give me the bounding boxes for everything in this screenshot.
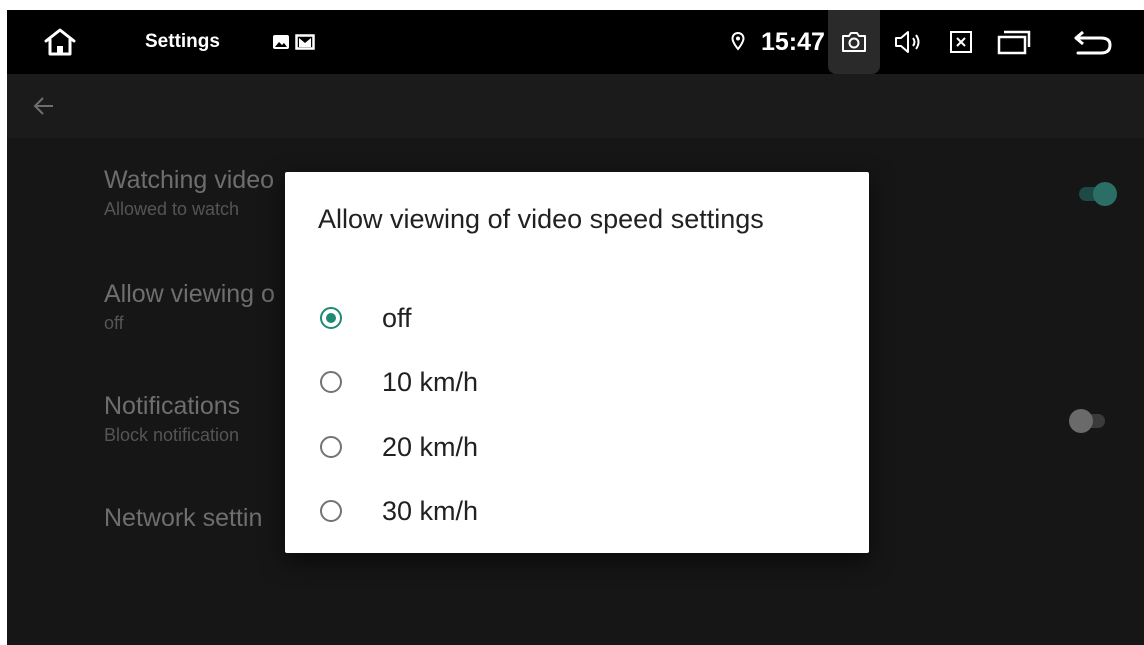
location-icon — [731, 10, 745, 74]
volume-icon[interactable] — [894, 10, 924, 74]
option-label: 20 km/h — [382, 432, 479, 462]
radio-button[interactable] — [320, 500, 342, 522]
option-20-kmh[interactable]: 20 km/h — [285, 415, 869, 479]
option-label: 30 km/h — [382, 496, 479, 526]
clock: 15:47 — [761, 27, 825, 56]
home-icon[interactable] — [43, 10, 77, 74]
option-label: off — [382, 303, 412, 333]
status-bar-title: Settings — [145, 31, 220, 52]
list-item-network-settings[interactable]: Network settin — [104, 502, 262, 534]
list-item-subtitle: Block notification — [104, 425, 240, 445]
list-item-notifications[interactable]: Notifications Block notification — [104, 390, 240, 448]
option-10-kmh[interactable]: 10 km/h — [285, 350, 869, 414]
list-item-subtitle: off — [104, 313, 124, 333]
option-off[interactable]: off — [285, 286, 869, 350]
status-bar: Settings 15:47 — [7, 10, 1144, 74]
gmail-icon — [295, 10, 315, 74]
recent-apps-icon[interactable] — [997, 10, 1031, 74]
back-icon[interactable] — [31, 94, 57, 118]
list-item-watching-video[interactable]: Watching video Allowed to watch — [104, 164, 274, 222]
option-label: 10 km/h — [382, 367, 479, 397]
camera-icon[interactable] — [841, 10, 867, 74]
app-bar — [7, 74, 1144, 138]
close-window-icon[interactable] — [949, 10, 973, 74]
image-icon — [272, 10, 290, 74]
radio-button[interactable] — [320, 371, 342, 393]
radio-button-checked[interactable] — [320, 307, 342, 329]
list-item-title: Network settin — [104, 504, 263, 532]
list-item-video-speed[interactable]: Allow viewing o off — [104, 278, 275, 336]
video-speed-dialog: Allow viewing of video speed settings of… — [285, 172, 869, 553]
radio-button[interactable] — [320, 436, 342, 458]
list-item-title: Notifications — [104, 392, 241, 420]
list-item-title: Watching video — [104, 166, 274, 194]
option-30-kmh[interactable]: 30 km/h — [285, 479, 869, 543]
device-screen: Settings 15:47 Watching video Allowed to… — [7, 10, 1144, 645]
list-item-title: Allow viewing o — [104, 280, 275, 308]
back-nav-icon[interactable] — [1073, 10, 1113, 74]
list-item-subtitle: Allowed to watch — [104, 199, 240, 219]
dialog-title: Allow viewing of video speed settings — [318, 204, 764, 234]
